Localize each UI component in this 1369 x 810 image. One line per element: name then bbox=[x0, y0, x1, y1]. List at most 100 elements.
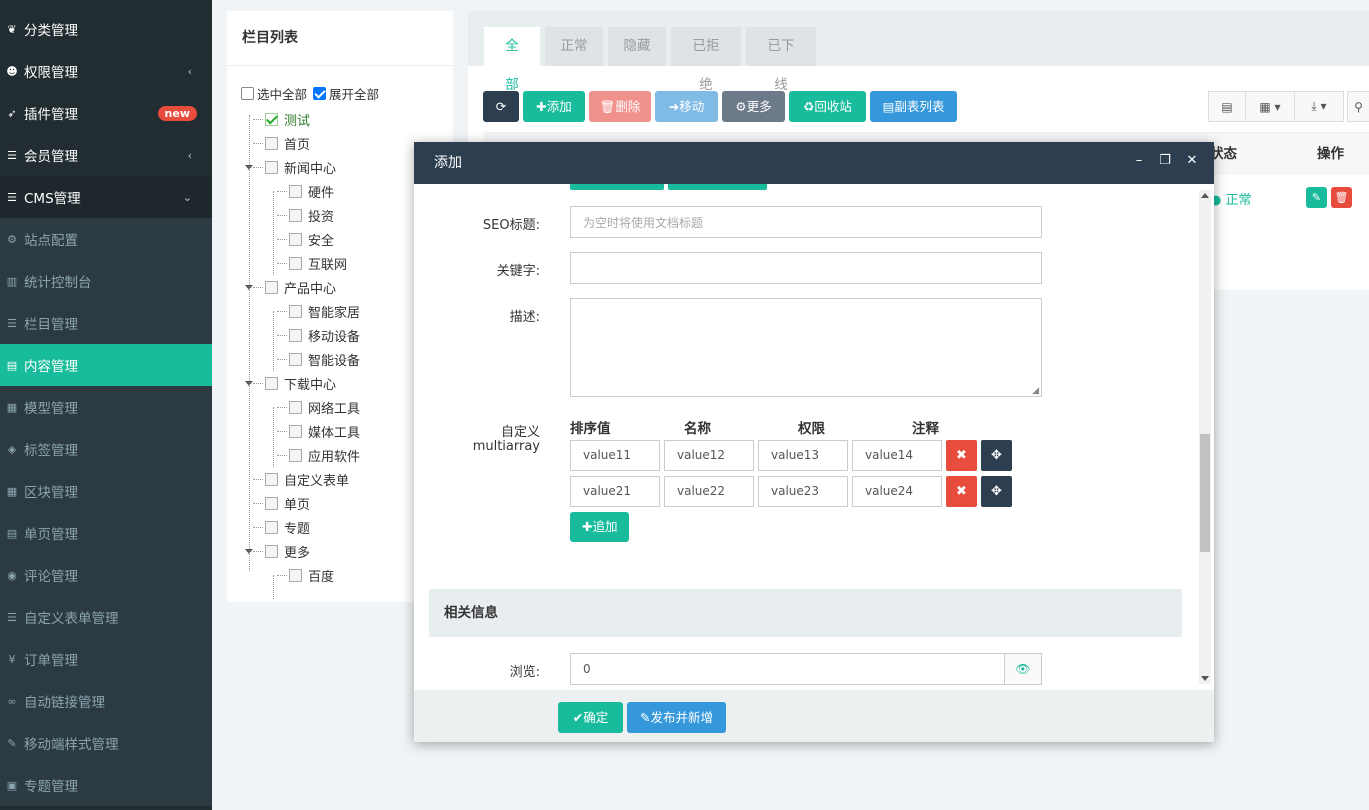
sidebar-item[interactable]: ➶ 插件管理 new bbox=[0, 92, 212, 134]
multiarray-cell[interactable]: value13 bbox=[758, 440, 848, 471]
tab-rejected[interactable]: 已拒绝 bbox=[671, 27, 741, 93]
select-all-label[interactable]: 选中全部 bbox=[257, 84, 307, 103]
tree-node[interactable]: 移动设备 bbox=[289, 323, 360, 347]
drag-row-handle[interactable]: ✥ bbox=[981, 476, 1012, 507]
tree-node[interactable]: 测试 bbox=[265, 107, 310, 131]
tree-node-label[interactable]: 网络工具 bbox=[308, 398, 360, 417]
seo-title-input[interactable]: 为空时将使用文档标题 bbox=[570, 206, 1042, 238]
delete-row-button[interactable]: 🗑 bbox=[1331, 187, 1352, 208]
sidebar-item[interactable]: ∞ 自动链接管理 bbox=[0, 680, 212, 722]
recycle-bin-button[interactable]: ♻回收站 bbox=[789, 91, 866, 122]
description-textarea[interactable]: ◢ bbox=[570, 298, 1042, 397]
select-all-checkbox[interactable] bbox=[241, 87, 254, 100]
tree-node-label[interactable]: 移动设备 bbox=[308, 326, 360, 345]
export-button[interactable]: ⤓ ▾ bbox=[1294, 91, 1344, 122]
refresh-button[interactable]: ⟳ bbox=[483, 91, 519, 122]
column-status[interactable]: 状态 bbox=[1210, 133, 1237, 175]
tree-node[interactable]: 媒体工具 bbox=[289, 419, 360, 443]
tree-node-label[interactable]: 安全 bbox=[308, 230, 334, 249]
sidebar-item[interactable]: ☰ CMS管理 ⌄ bbox=[0, 176, 212, 218]
sidebar-item[interactable]: ☰ 栏目管理 bbox=[0, 302, 212, 344]
tree-checkbox[interactable] bbox=[289, 568, 302, 582]
tree-node[interactable]: 网络工具 bbox=[289, 395, 360, 419]
tab-hidden[interactable]: 隐藏 bbox=[608, 27, 666, 66]
tree-node-label[interactable]: 媒体工具 bbox=[308, 422, 360, 441]
sublist-button[interactable]: ▤副表列表 bbox=[870, 91, 957, 122]
drag-row-handle[interactable]: ✥ bbox=[981, 440, 1012, 471]
tree-node[interactable]: 更多 bbox=[265, 539, 310, 563]
views-input[interactable]: 0 bbox=[570, 653, 1005, 685]
multiarray-cell[interactable]: value11 bbox=[570, 440, 660, 471]
tree-node[interactable]: 应用软件 bbox=[289, 443, 360, 467]
tree-checkbox[interactable] bbox=[289, 352, 302, 366]
remove-row-button[interactable]: ✖ bbox=[946, 476, 977, 507]
hidden-choose-button[interactable] bbox=[668, 184, 767, 190]
publish-and-new-button[interactable]: ✎发布并新增 bbox=[627, 702, 726, 733]
dialog-scrollbar[interactable] bbox=[1199, 190, 1211, 684]
scroll-down-icon[interactable] bbox=[1201, 676, 1209, 681]
more-button[interactable]: ⚙更多 bbox=[722, 91, 785, 122]
keywords-input[interactable] bbox=[570, 252, 1042, 284]
tree-checkbox[interactable] bbox=[289, 256, 302, 270]
tree-checkbox[interactable] bbox=[289, 232, 302, 246]
hidden-upload-button[interactable] bbox=[570, 184, 664, 190]
sidebar-item[interactable]: ⚙ 站点配置 bbox=[0, 218, 212, 260]
tree-node[interactable]: 安全 bbox=[289, 227, 334, 251]
sidebar-item[interactable]: ❦ 分类管理 bbox=[0, 8, 212, 50]
tree-node[interactable]: 单页 bbox=[265, 491, 310, 515]
scroll-thumb[interactable] bbox=[1200, 434, 1210, 552]
sidebar-item[interactable]: ✎ 移动端样式管理 bbox=[0, 722, 212, 764]
tree-node-label[interactable]: 互联网 bbox=[308, 254, 347, 273]
tree-node[interactable]: 投资 bbox=[289, 203, 334, 227]
tree-checkbox[interactable] bbox=[289, 448, 302, 462]
append-row-button[interactable]: ✚追加 bbox=[570, 512, 630, 542]
tree-checkbox[interactable] bbox=[289, 424, 302, 438]
sidebar-item[interactable]: ¥ 订单管理 bbox=[0, 638, 212, 680]
tree-checkbox[interactable] bbox=[265, 496, 278, 510]
sidebar-item[interactable]: ▦ 模型管理 bbox=[0, 386, 212, 428]
sidebar-item[interactable]: ◈ 标签管理 bbox=[0, 428, 212, 470]
scroll-up-icon[interactable] bbox=[1201, 193, 1209, 198]
tree-node[interactable]: 智能设备 bbox=[289, 347, 360, 371]
tab-normal[interactable]: 正常 bbox=[545, 27, 603, 66]
tree-node-label[interactable]: 应用软件 bbox=[308, 446, 360, 465]
tree-node[interactable]: 智能家居 bbox=[289, 299, 360, 323]
multiarray-cell[interactable]: value24 bbox=[852, 476, 942, 507]
toggle-visibility-button[interactable]: 👁 bbox=[1004, 653, 1042, 685]
delete-button[interactable]: 🗑删除 bbox=[589, 91, 651, 122]
tree-node-label[interactable]: 智能设备 bbox=[308, 350, 360, 369]
tree-checkbox[interactable] bbox=[265, 160, 278, 174]
toggle-view-button[interactable]: ▤ bbox=[1208, 91, 1246, 122]
tree-node-label[interactable]: 智能家居 bbox=[308, 302, 360, 321]
tree-checkbox[interactable] bbox=[265, 472, 278, 486]
tree-node-label[interactable]: 百度 bbox=[308, 566, 334, 585]
tree-checkbox[interactable] bbox=[265, 520, 278, 534]
remove-row-button[interactable]: ✖ bbox=[946, 440, 977, 471]
tree-checkbox[interactable] bbox=[265, 112, 278, 126]
expand-all-label[interactable]: 展开全部 bbox=[329, 84, 379, 103]
tree-node-label[interactable]: 更多 bbox=[284, 542, 310, 561]
tree-node[interactable]: 互联网 bbox=[289, 251, 347, 275]
expand-all-checkbox[interactable] bbox=[313, 87, 327, 100]
tab-all[interactable]: 全部 bbox=[484, 27, 540, 93]
multiarray-cell[interactable]: value12 bbox=[664, 440, 754, 471]
tree-node[interactable]: 下载中心 bbox=[265, 371, 336, 395]
tree-node-label[interactable]: 投资 bbox=[308, 206, 334, 225]
sidebar-item[interactable]: ▤ 单页管理 bbox=[0, 512, 212, 554]
tree-node[interactable]: 自定义表单 bbox=[265, 467, 349, 491]
tree-checkbox[interactable] bbox=[289, 208, 302, 222]
tree-node[interactable]: 新闻中心 bbox=[265, 155, 336, 179]
move-button[interactable]: ➜移动 bbox=[655, 91, 718, 122]
tree-node[interactable]: 首页 bbox=[265, 131, 310, 155]
minimize-icon[interactable]: – bbox=[1132, 153, 1146, 168]
add-button[interactable]: ✚添加 bbox=[523, 91, 585, 122]
tab-offline[interactable]: 已下线 bbox=[746, 27, 816, 93]
tree-node[interactable]: 百度 bbox=[289, 563, 334, 587]
tree-node-label[interactable]: 首页 bbox=[284, 134, 310, 153]
tree-node-label[interactable]: 自定义表单 bbox=[284, 470, 349, 489]
tree-checkbox[interactable] bbox=[289, 184, 302, 198]
search-button[interactable]: ⚲ bbox=[1347, 91, 1369, 122]
columns-button[interactable]: ▦ ▾ bbox=[1245, 91, 1295, 122]
sidebar-item[interactable]: ▤ 内容管理 bbox=[0, 344, 212, 386]
resize-handle-icon[interactable]: ◢ bbox=[1032, 386, 1039, 396]
